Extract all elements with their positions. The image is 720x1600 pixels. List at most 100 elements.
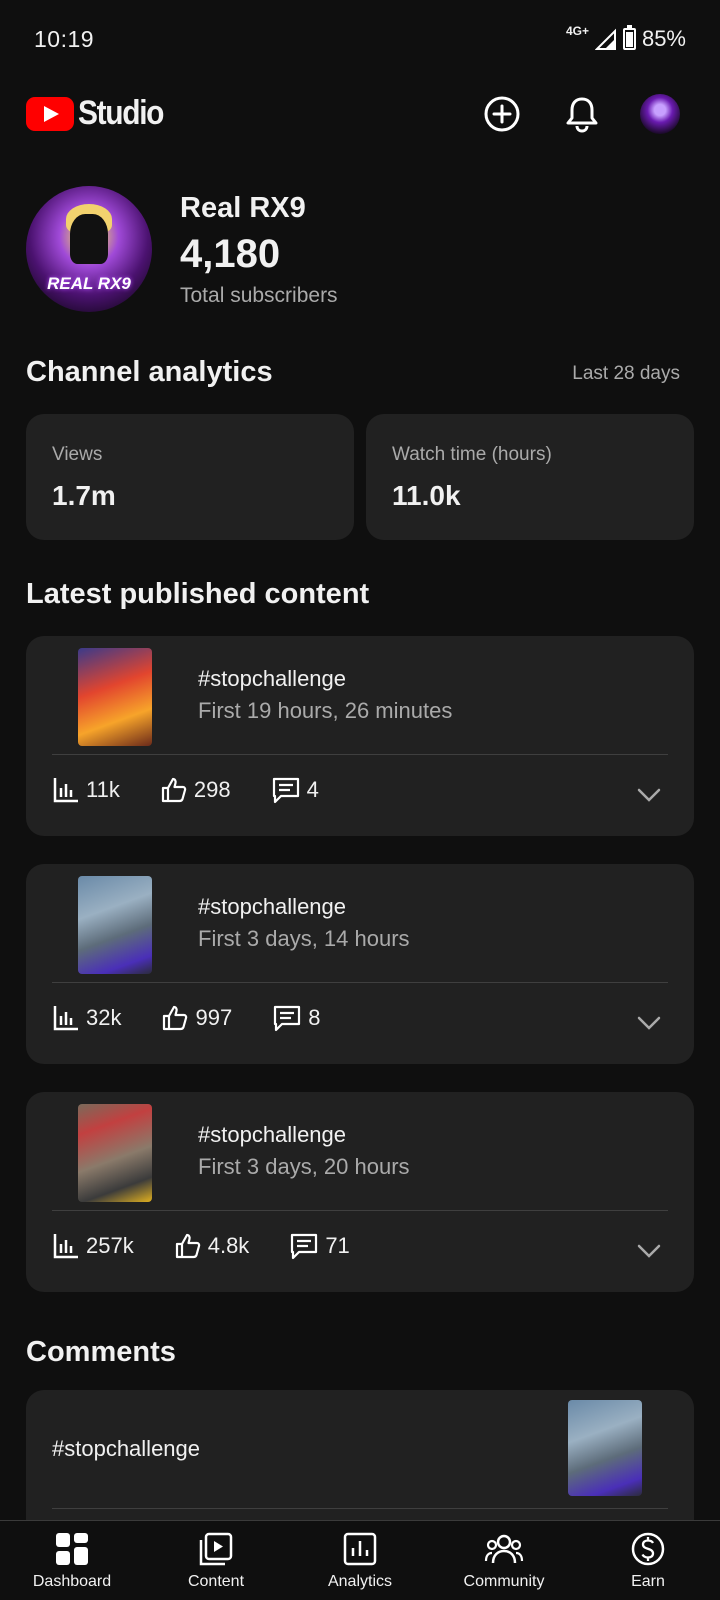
account-avatar[interactable]: [640, 94, 680, 134]
video-metrics: 257k 4.8k 71: [52, 1232, 390, 1260]
plus-circle-icon: [484, 96, 520, 132]
thumbs-up-icon: [161, 777, 187, 803]
views-card[interactable]: Views 1.7m: [26, 414, 354, 540]
content-card[interactable]: #stopchallenge First 19 hours, 26 minute…: [26, 636, 694, 836]
chevron-down-icon[interactable]: [634, 1008, 664, 1038]
comments-metric: 4: [271, 776, 319, 804]
thumbs-up-icon: [175, 1233, 200, 1259]
signal-icon: [594, 28, 616, 50]
divider: [52, 982, 668, 983]
comments-count: 8: [308, 1005, 321, 1030]
thumbs-up-icon: [163, 1005, 188, 1031]
views-count: 32k: [86, 1005, 122, 1030]
video-period: First 3 days, 14 hours: [198, 926, 410, 951]
views-metric: 32k: [52, 1004, 121, 1032]
comment-video-thumbnail[interactable]: [568, 1400, 642, 1496]
community-icon: [484, 1534, 524, 1564]
content-icon: [199, 1532, 233, 1566]
comments-title: Comments: [26, 1336, 176, 1368]
nav-label: Content: [187, 1573, 245, 1590]
content-card[interactable]: #stopchallenge First 3 days, 14 hours 32…: [26, 864, 694, 1064]
latest-content-title: Latest published content: [26, 578, 370, 610]
chevron-down-icon[interactable]: [634, 1236, 664, 1266]
video-metrics: 11k 298 4: [52, 776, 359, 804]
analytics-title: Channel analytics: [26, 356, 273, 388]
views-value: 1.7m: [52, 480, 116, 511]
video-title: #stopchallenge: [198, 1122, 347, 1147]
subscriber-count: 4,180: [180, 232, 281, 276]
avatar-face: [70, 214, 108, 264]
video-title: #stopchallenge: [198, 894, 347, 919]
nav-label: Earn: [631, 1573, 665, 1590]
video-metrics: 32k 997 8: [52, 1004, 360, 1032]
video-thumbnail[interactable]: [78, 876, 152, 974]
channel-avatar: REAL RX9: [26, 186, 152, 312]
bottom-nav: Dashboard Content Analytics Community Ea…: [0, 1520, 720, 1600]
likes-metric: 4.8k: [174, 1232, 250, 1260]
status-icons: 4G+ 85%: [565, 24, 686, 52]
views-metric: 11k: [52, 776, 120, 804]
app-name: Studio: [78, 94, 164, 132]
likes-count: 298: [193, 777, 231, 802]
comments-count: 71: [325, 1233, 350, 1258]
comment-icon: [291, 1233, 318, 1260]
comment-icon: [274, 1005, 301, 1032]
create-button[interactable]: [482, 94, 522, 134]
bar-chart-icon: [53, 1234, 78, 1259]
nav-content[interactable]: Content: [144, 1521, 288, 1600]
comments-metric: 8: [272, 1004, 320, 1032]
nav-earn[interactable]: Earn: [576, 1521, 720, 1600]
divider: [52, 1210, 668, 1211]
watch-time-card[interactable]: Watch time (hours) 11.0k: [366, 414, 694, 540]
bar-chart-icon: [53, 778, 78, 803]
nav-community[interactable]: Community: [432, 1521, 576, 1600]
subscriber-label: Total subscribers: [180, 284, 338, 307]
battery-icon: [622, 25, 636, 50]
divider: [52, 1508, 668, 1509]
video-period: First 3 days, 20 hours: [198, 1154, 410, 1179]
nav-label: Analytics: [327, 1573, 393, 1590]
earn-icon: [631, 1532, 665, 1566]
views-metric: 257k: [52, 1232, 134, 1260]
divider: [52, 754, 668, 755]
avatar-brand-text: REAL RX9: [47, 274, 131, 293]
bar-chart-icon: [53, 1006, 78, 1031]
views-count: 257k: [86, 1233, 134, 1258]
app-header: Studio: [0, 90, 720, 140]
views-count: 11k: [86, 777, 120, 802]
video-thumbnail[interactable]: [78, 1104, 152, 1202]
watch-time-value: 11.0k: [392, 480, 461, 511]
bell-icon: [566, 97, 598, 133]
comments-count: 4: [306, 777, 319, 802]
chevron-down-icon[interactable]: [634, 780, 664, 810]
youtube-studio-logo[interactable]: Studio: [26, 94, 175, 133]
comment-video-title: #stopchallenge: [52, 1436, 201, 1461]
views-label: Views: [52, 444, 103, 465]
battery-percent: 85%: [641, 26, 686, 51]
channel-name: Real RX9: [180, 192, 306, 224]
video-thumbnail[interactable]: [78, 648, 152, 746]
youtube-logo-icon: [26, 96, 74, 131]
dashboard-icon: [56, 1533, 88, 1565]
nav-analytics[interactable]: Analytics: [288, 1521, 432, 1600]
likes-metric: 997: [161, 1004, 232, 1032]
content-card[interactable]: #stopchallenge First 3 days, 20 hours 25…: [26, 1092, 694, 1292]
watch-time-label: Watch time (hours): [392, 444, 552, 465]
likes-count: 997: [195, 1005, 233, 1030]
notifications-button[interactable]: [562, 94, 602, 134]
network-type: 4G+: [565, 24, 589, 38]
likes-metric: 298: [160, 776, 231, 804]
comment-icon: [272, 777, 299, 804]
nav-label: Dashboard: [32, 1573, 112, 1590]
video-period: First 19 hours, 26 minutes: [198, 698, 453, 723]
analytics-range: Last 28 days: [572, 363, 680, 384]
channel-summary: REAL RX9 Real RX9 4,180 Total subscriber…: [26, 186, 696, 312]
status-bar: 10:19 4G+ 85%: [0, 0, 720, 80]
comments-metric: 71: [289, 1232, 350, 1260]
nav-label: Community: [463, 1573, 545, 1590]
status-time: 10:19: [34, 26, 95, 52]
video-title: #stopchallenge: [198, 666, 347, 691]
likes-count: 4.8k: [207, 1233, 250, 1258]
analytics-icon: [343, 1532, 377, 1566]
nav-dashboard[interactable]: Dashboard: [0, 1521, 144, 1600]
